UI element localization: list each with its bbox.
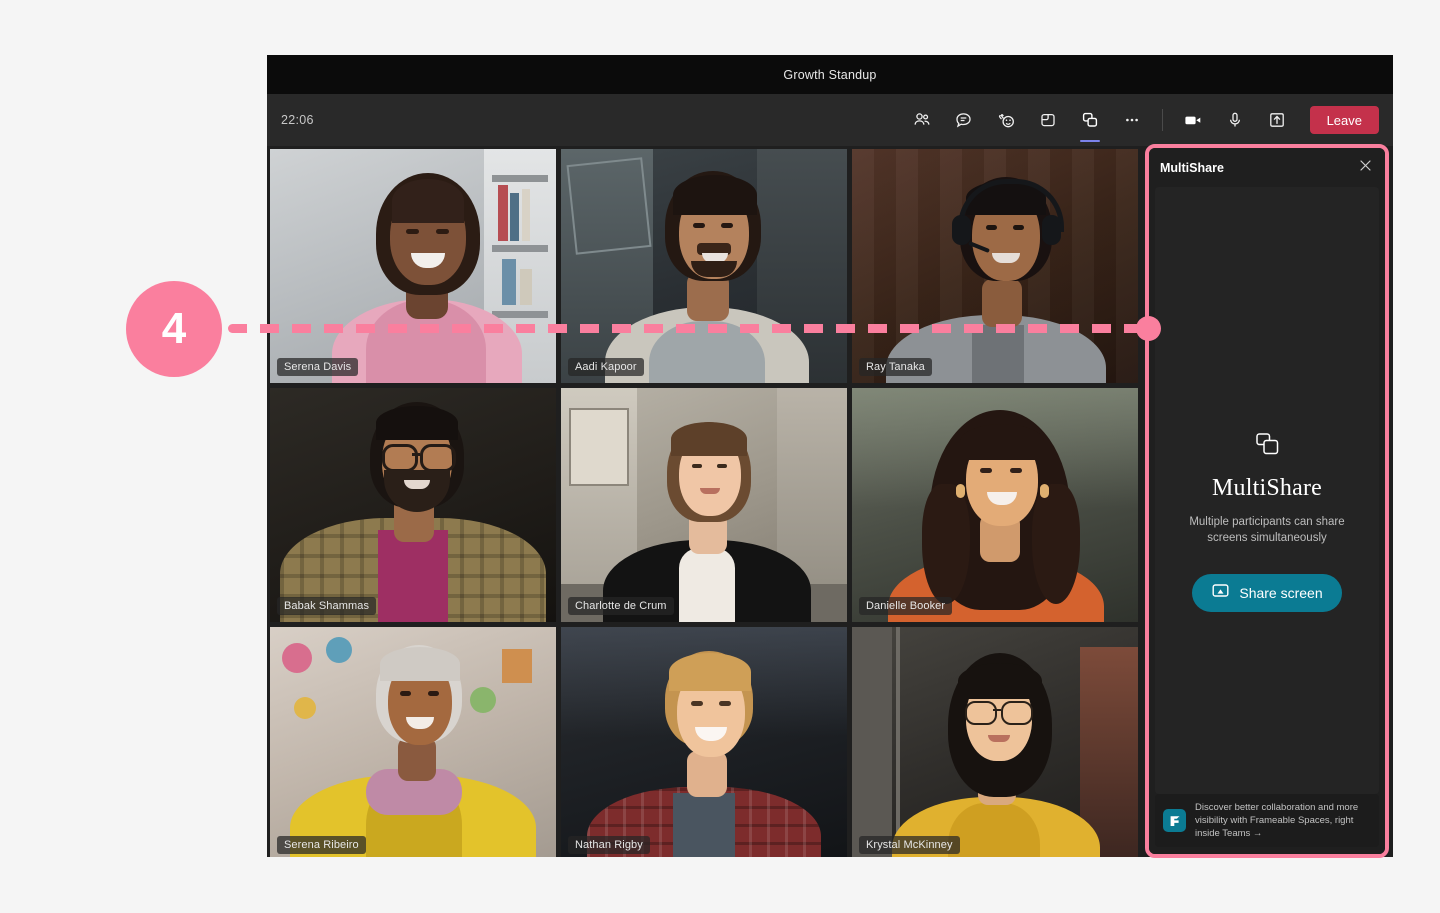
multishare-empty-subtitle: Multiple participants can share screens … (1189, 516, 1345, 544)
leave-button[interactable]: Leave (1309, 106, 1379, 134)
meeting-timer: 22:06 (281, 113, 314, 127)
share-screen-label: Share screen (1239, 585, 1323, 601)
more-options-icon (1122, 110, 1142, 130)
participant-video (852, 388, 1138, 622)
chat-icon (954, 110, 974, 130)
multishare-panel-body: MultiShare Multiple participants can sha… (1155, 187, 1379, 794)
share-tray-icon (1267, 110, 1287, 130)
callout-step-number: 4 (161, 304, 187, 353)
panel-title: MultiShare (1160, 160, 1224, 175)
multishare-icon (1254, 431, 1281, 463)
chat-button[interactable] (947, 103, 981, 137)
window-titlebar: Growth Standup (267, 55, 1393, 94)
participant-name: Krystal McKinney (859, 836, 960, 854)
frameable-promo-text: Discover better collaboration and more v… (1195, 802, 1359, 839)
close-icon (1359, 159, 1372, 177)
participant-name: Aadi Kapoor (568, 358, 644, 376)
participant-tile[interactable]: Ray Tanaka (852, 149, 1138, 383)
camera-icon (1182, 110, 1204, 130)
participant-video (270, 627, 556, 857)
participant-name: Nathan Rigby (568, 836, 650, 854)
reactions-button[interactable] (989, 103, 1023, 137)
frameable-promo[interactable]: Discover better collaboration and more v… (1155, 794, 1379, 847)
participant-name: Charlotte de Crum (568, 597, 674, 615)
close-panel-button[interactable] (1356, 159, 1374, 177)
multishare-panel: MultiShare MultiShare Multiple participa… (1149, 148, 1385, 854)
callout-connector-line (228, 324, 1150, 333)
participant-video (852, 149, 1138, 383)
participant-name: Serena Davis (277, 358, 359, 376)
toolbar-actions: Leave (901, 103, 1379, 142)
frameable-logo-icon (1163, 809, 1186, 832)
callout-step-badge: 4 (126, 281, 222, 377)
participant-tile[interactable]: Serena Davis (270, 149, 556, 383)
meeting-toolbar: 22:06 Leave (267, 94, 1393, 146)
participant-video (561, 388, 847, 622)
more-options-button[interactable] (1115, 103, 1149, 137)
participant-tile[interactable]: Charlotte de Crum (561, 388, 847, 622)
participant-name: Babak Shammas (277, 597, 377, 615)
callout-endpoint-dot (1136, 316, 1161, 341)
multishare-panel-header: MultiShare (1149, 148, 1385, 187)
participant-name: Serena Ribeiro (277, 836, 366, 854)
microphone-icon (1225, 110, 1245, 130)
participant-tile[interactable]: Danielle Booker (852, 388, 1138, 622)
share-screen-button[interactable]: Share screen (1192, 574, 1342, 612)
participant-name: Danielle Booker (859, 597, 953, 615)
toolbar-divider (1161, 109, 1163, 131)
multishare-empty-title: MultiShare (1212, 475, 1322, 501)
participant-video (270, 388, 556, 622)
meeting-title: Growth Standup (783, 67, 877, 82)
participant-tile[interactable]: Aadi Kapoor (561, 149, 847, 383)
microphone-button[interactable] (1218, 103, 1252, 137)
participant-tile[interactable]: Krystal McKinney (852, 627, 1138, 857)
breakout-rooms-icon (1038, 110, 1058, 130)
participant-name: Ray Tanaka (859, 358, 932, 376)
breakout-rooms-button[interactable] (1031, 103, 1065, 137)
screen-share-icon (1211, 582, 1230, 604)
participant-video (852, 627, 1138, 857)
participant-tile[interactable]: Nathan Rigby (561, 627, 847, 857)
participant-tile[interactable]: Babak Shammas (270, 388, 556, 622)
participant-video (561, 149, 847, 383)
reactions-icon (996, 110, 1016, 130)
multishare-empty-state: MultiShare Multiple participants can sha… (1155, 431, 1379, 612)
participant-video (270, 149, 556, 383)
people-button[interactable] (905, 103, 939, 137)
participant-tile[interactable]: Serena Ribeiro (270, 627, 556, 857)
multishare-icon (1080, 110, 1100, 130)
camera-button[interactable] (1176, 103, 1210, 137)
share-tray-button[interactable] (1260, 103, 1294, 137)
people-icon (912, 110, 932, 130)
multishare-button[interactable] (1073, 103, 1107, 142)
participant-video (561, 627, 847, 857)
